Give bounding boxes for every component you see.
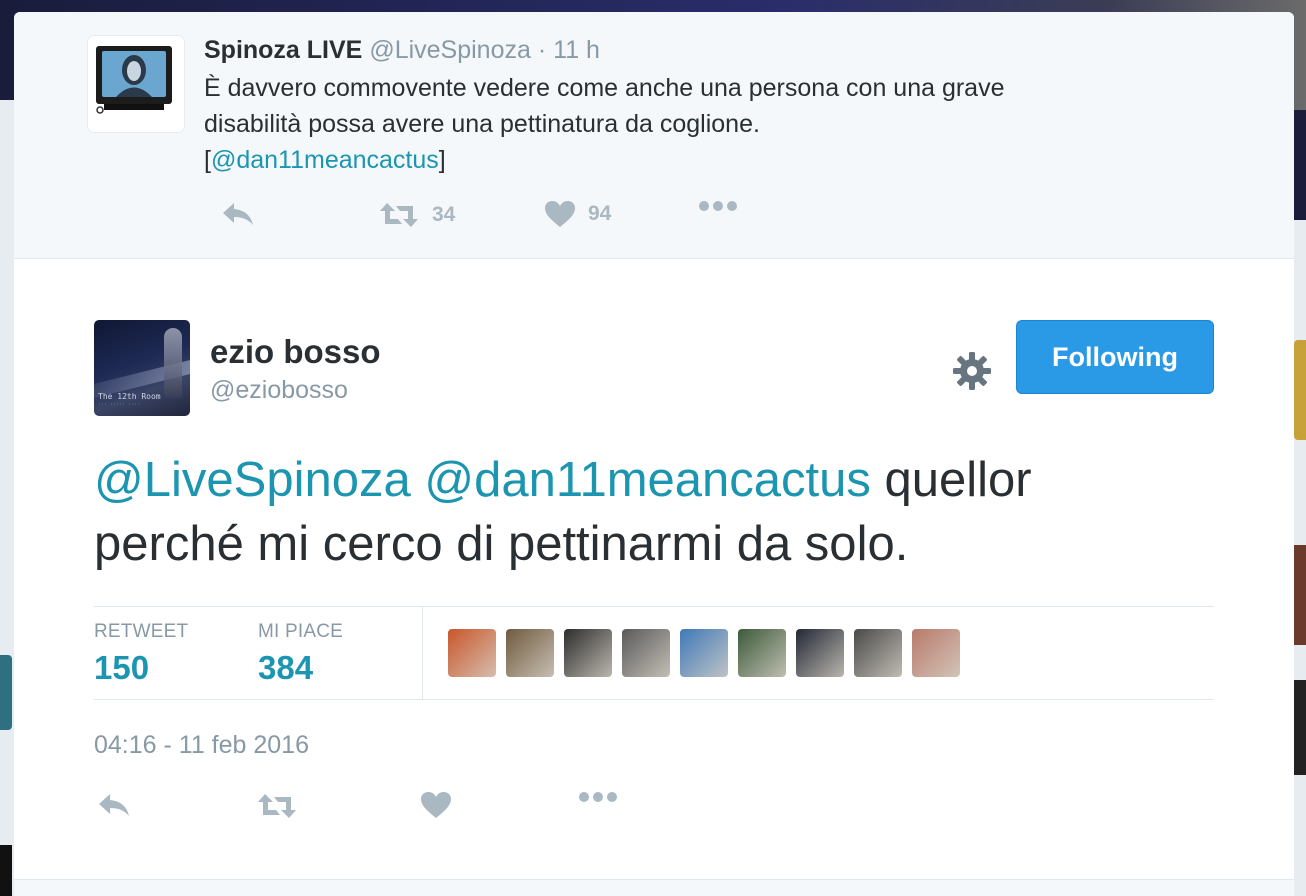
liker-avatar[interactable]	[738, 629, 786, 677]
liker-avatar[interactable]	[622, 629, 670, 677]
retweet-button[interactable]	[256, 791, 298, 821]
liker-avatar[interactable]	[680, 629, 728, 677]
more-icon	[579, 792, 617, 802]
parent-tweet[interactable]: Spinoza LIVE @LiveSpinoza · 11 h È davve…	[14, 12, 1294, 259]
tweet-permalink-modal: Spinoza LIVE @LiveSpinoza · 11 h È davve…	[14, 12, 1294, 896]
retweet-stat-value: 150	[94, 649, 150, 686]
page-backdrop-left-tab	[0, 655, 12, 730]
retweet-count: 34	[432, 203, 456, 226]
main-text-line: @LiveSpinoza @dan11meancactus quellor	[94, 448, 1204, 512]
page-backdrop-right-thumb-c	[1294, 680, 1306, 775]
following-button[interactable]: Following	[1016, 320, 1214, 394]
page-backdrop-right-thumb-a	[1294, 340, 1306, 440]
parent-text-line: È davvero commovente vedere come anche u…	[204, 74, 1005, 102]
bracket-open: [	[204, 146, 211, 174]
retweet-button[interactable]: 34	[378, 200, 455, 230]
parent-header: Spinoza LIVE @LiveSpinoza · 11 h	[204, 36, 600, 65]
parent-text-line: disabilità possa avere una pettinatura d…	[204, 110, 760, 138]
avatar-caption: The 12th Room	[98, 392, 161, 401]
reply-icon	[99, 794, 129, 816]
separator-dot: ·	[537, 36, 547, 64]
mention-link[interactable]: @dan11meancactus	[211, 146, 439, 174]
settings-button[interactable]	[952, 351, 992, 391]
avatar-caption-small: ··· ····· ····	[98, 402, 141, 408]
avatar-figure	[164, 328, 182, 398]
page-backdrop-left-tab-dark	[0, 845, 12, 896]
like-stat-value: 384	[258, 649, 314, 686]
reply-icon	[223, 203, 253, 225]
stats-divider	[422, 607, 423, 699]
reply-button[interactable]	[220, 200, 256, 228]
mention-link[interactable]: @dan11meancactus	[424, 453, 871, 507]
parent-author-handle[interactable]: @LiveSpinoza	[369, 36, 531, 64]
parent-timestamp[interactable]: 11 h	[553, 36, 600, 64]
parent-tweet-text: È davvero commovente vedere come anche u…	[204, 70, 1164, 178]
liker-avatar[interactable]	[854, 629, 902, 677]
like-count: 94	[588, 202, 612, 225]
main-tweet-text: @LiveSpinoza @dan11meancactus quellor pe…	[94, 448, 1204, 576]
retweet-icon	[258, 794, 296, 818]
retweet-stat-label: RETWEET	[94, 621, 189, 642]
main-text-line: perché mi cerco di pettinarmi da solo.	[94, 517, 909, 571]
parent-text-line: [@dan11meancactus]	[204, 142, 1164, 178]
like-button[interactable]: 94	[544, 200, 611, 228]
main-tweet: The 12th Room ··· ····· ···· ezio bosso …	[14, 259, 1294, 896]
heart-icon	[421, 792, 451, 818]
liker-avatar[interactable]	[796, 629, 844, 677]
main-author-handle[interactable]: @eziobosso	[210, 376, 348, 405]
more-button[interactable]	[578, 791, 618, 803]
main-author-name[interactable]: ezio bosso	[210, 333, 381, 371]
retweet-stat[interactable]: RETWEET 150	[94, 621, 188, 687]
main-text-fragment: quellor	[870, 453, 1032, 507]
gear-icon	[953, 352, 991, 390]
liker-avatar[interactable]	[564, 629, 612, 677]
parent-avatar[interactable]	[88, 36, 184, 132]
parent-author-name[interactable]: Spinoza LIVE	[204, 36, 362, 64]
reply-box-strip	[14, 879, 1294, 896]
reply-button[interactable]	[96, 791, 132, 819]
heart-icon	[545, 201, 575, 227]
more-button[interactable]	[698, 200, 738, 212]
tweet-date: 04:16 - 11 feb 2016	[94, 731, 309, 759]
retweet-icon	[380, 203, 418, 227]
liker-avatar[interactable]	[912, 629, 960, 677]
liker-avatar[interactable]	[506, 629, 554, 677]
likers-list	[448, 629, 960, 677]
like-stat-label: MI PIACE	[258, 621, 344, 642]
bracket-close: ]	[438, 146, 446, 174]
like-stat[interactable]: MI PIACE 384	[258, 621, 343, 687]
page-backdrop-left	[0, 100, 14, 896]
tv-portrait-image	[96, 46, 172, 114]
more-icon	[699, 201, 737, 211]
like-button[interactable]	[420, 791, 452, 819]
page-backdrop-right-thumb-b	[1294, 545, 1306, 645]
main-avatar[interactable]: The 12th Room ··· ····· ····	[94, 320, 190, 416]
liker-avatar[interactable]	[448, 629, 496, 677]
mention-link[interactable]: @LiveSpinoza	[94, 453, 411, 507]
tweet-stats: RETWEET 150 MI PIACE 384	[94, 606, 1214, 700]
